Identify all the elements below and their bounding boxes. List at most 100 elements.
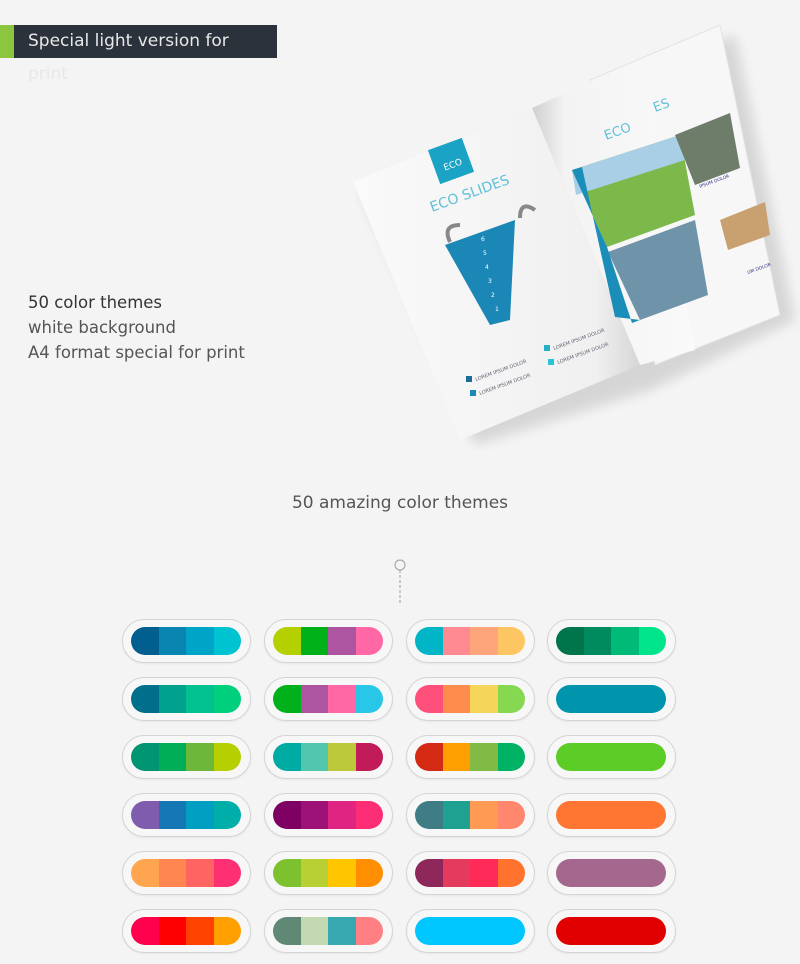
palette-bar — [273, 627, 383, 655]
palette-color — [415, 859, 443, 887]
palette-color — [470, 685, 498, 713]
funnel-level: 3 — [488, 278, 492, 285]
palette-color — [300, 917, 328, 945]
palette-color — [186, 685, 214, 713]
color-theme-swatch[interactable] — [264, 735, 393, 779]
palette-color — [583, 627, 611, 655]
palette-color — [273, 859, 301, 887]
palette-color — [355, 685, 383, 713]
color-theme-swatch[interactable] — [264, 909, 393, 953]
palette-color — [442, 859, 470, 887]
palette-bar — [556, 743, 666, 771]
funnel-level: 6 — [481, 236, 485, 243]
feature-item: 50 color themes — [28, 293, 163, 312]
palette-color — [355, 859, 383, 887]
palette-color — [415, 627, 443, 655]
palette-color — [497, 801, 525, 829]
color-theme-swatch[interactable] — [122, 909, 251, 953]
color-theme-swatch[interactable] — [122, 735, 251, 779]
palette-bar — [415, 743, 525, 771]
color-theme-swatch[interactable] — [406, 677, 535, 721]
palette-color — [186, 743, 214, 771]
palette-color — [213, 743, 241, 771]
palette-bar — [131, 627, 241, 655]
palette-color — [415, 801, 443, 829]
palette-color — [415, 685, 443, 713]
palette-color — [300, 743, 328, 771]
color-theme-swatch[interactable] — [264, 619, 393, 663]
palette-bar — [131, 685, 241, 713]
color-theme-swatch[interactable] — [122, 677, 251, 721]
palette-color — [556, 801, 666, 829]
palette-bar — [273, 801, 383, 829]
palette-bar — [131, 917, 241, 945]
color-theme-swatch[interactable] — [406, 909, 535, 953]
color-theme-swatch[interactable] — [406, 793, 535, 837]
palette-color — [497, 859, 525, 887]
color-theme-swatch[interactable] — [264, 851, 393, 895]
palette-color — [328, 917, 356, 945]
palette-color — [442, 801, 470, 829]
section-subtitle: 50 amazing color themes — [291, 493, 509, 513]
color-theme-swatch[interactable] — [547, 677, 676, 721]
palette-bar — [556, 627, 666, 655]
palette-color — [355, 917, 383, 945]
palette-bar — [415, 801, 525, 829]
palette-color — [556, 627, 584, 655]
palette-bar — [556, 685, 666, 713]
palette-color — [186, 859, 214, 887]
color-theme-swatch[interactable] — [406, 735, 535, 779]
color-theme-swatch[interactable] — [264, 793, 393, 837]
palette-color — [186, 917, 214, 945]
palette-color — [273, 801, 301, 829]
palette-color — [556, 685, 666, 713]
palette-bar — [273, 917, 383, 945]
color-theme-swatch[interactable] — [547, 735, 676, 779]
palette-color — [442, 743, 470, 771]
palette-color — [131, 917, 159, 945]
color-theme-swatch[interactable] — [122, 793, 251, 837]
palette-bar — [273, 685, 383, 713]
palette-color — [470, 801, 498, 829]
palette-bar — [273, 743, 383, 771]
palette-color — [355, 627, 383, 655]
funnel-level: 5 — [483, 250, 487, 257]
palette-color — [328, 801, 356, 829]
palette-bar — [131, 801, 241, 829]
palette-color — [273, 743, 301, 771]
color-theme-swatch[interactable] — [547, 793, 676, 837]
palette-color — [497, 685, 525, 713]
palette-color — [355, 743, 383, 771]
feature-item: A4 format special for print — [28, 343, 245, 362]
color-theme-swatch[interactable] — [406, 619, 535, 663]
color-theme-swatch[interactable] — [547, 909, 676, 953]
feature-list: 50 color themes white background A4 form… — [28, 290, 245, 365]
palette-color — [213, 917, 241, 945]
color-theme-swatch[interactable] — [122, 851, 251, 895]
color-theme-swatch[interactable] — [264, 677, 393, 721]
palette-color — [556, 859, 666, 887]
palette-color — [158, 917, 186, 945]
banner-accent — [0, 25, 14, 58]
palette-color — [470, 627, 498, 655]
palette-color — [470, 743, 498, 771]
palette-color — [213, 627, 241, 655]
palette-bar — [415, 859, 525, 887]
palette-bar — [131, 859, 241, 887]
palette-color — [158, 859, 186, 887]
palette-color — [442, 627, 470, 655]
palette-color — [186, 627, 214, 655]
palette-color — [638, 627, 666, 655]
color-theme-swatch[interactable] — [547, 619, 676, 663]
palette-bar — [556, 801, 666, 829]
palette-color — [131, 859, 159, 887]
palette-color — [300, 801, 328, 829]
palette-bar — [131, 743, 241, 771]
palette-color — [442, 685, 470, 713]
palette-color — [273, 917, 301, 945]
palette-color — [273, 685, 301, 713]
color-theme-swatch[interactable] — [122, 619, 251, 663]
color-theme-swatch[interactable] — [547, 851, 676, 895]
palette-color — [158, 743, 186, 771]
color-theme-swatch[interactable] — [406, 851, 535, 895]
